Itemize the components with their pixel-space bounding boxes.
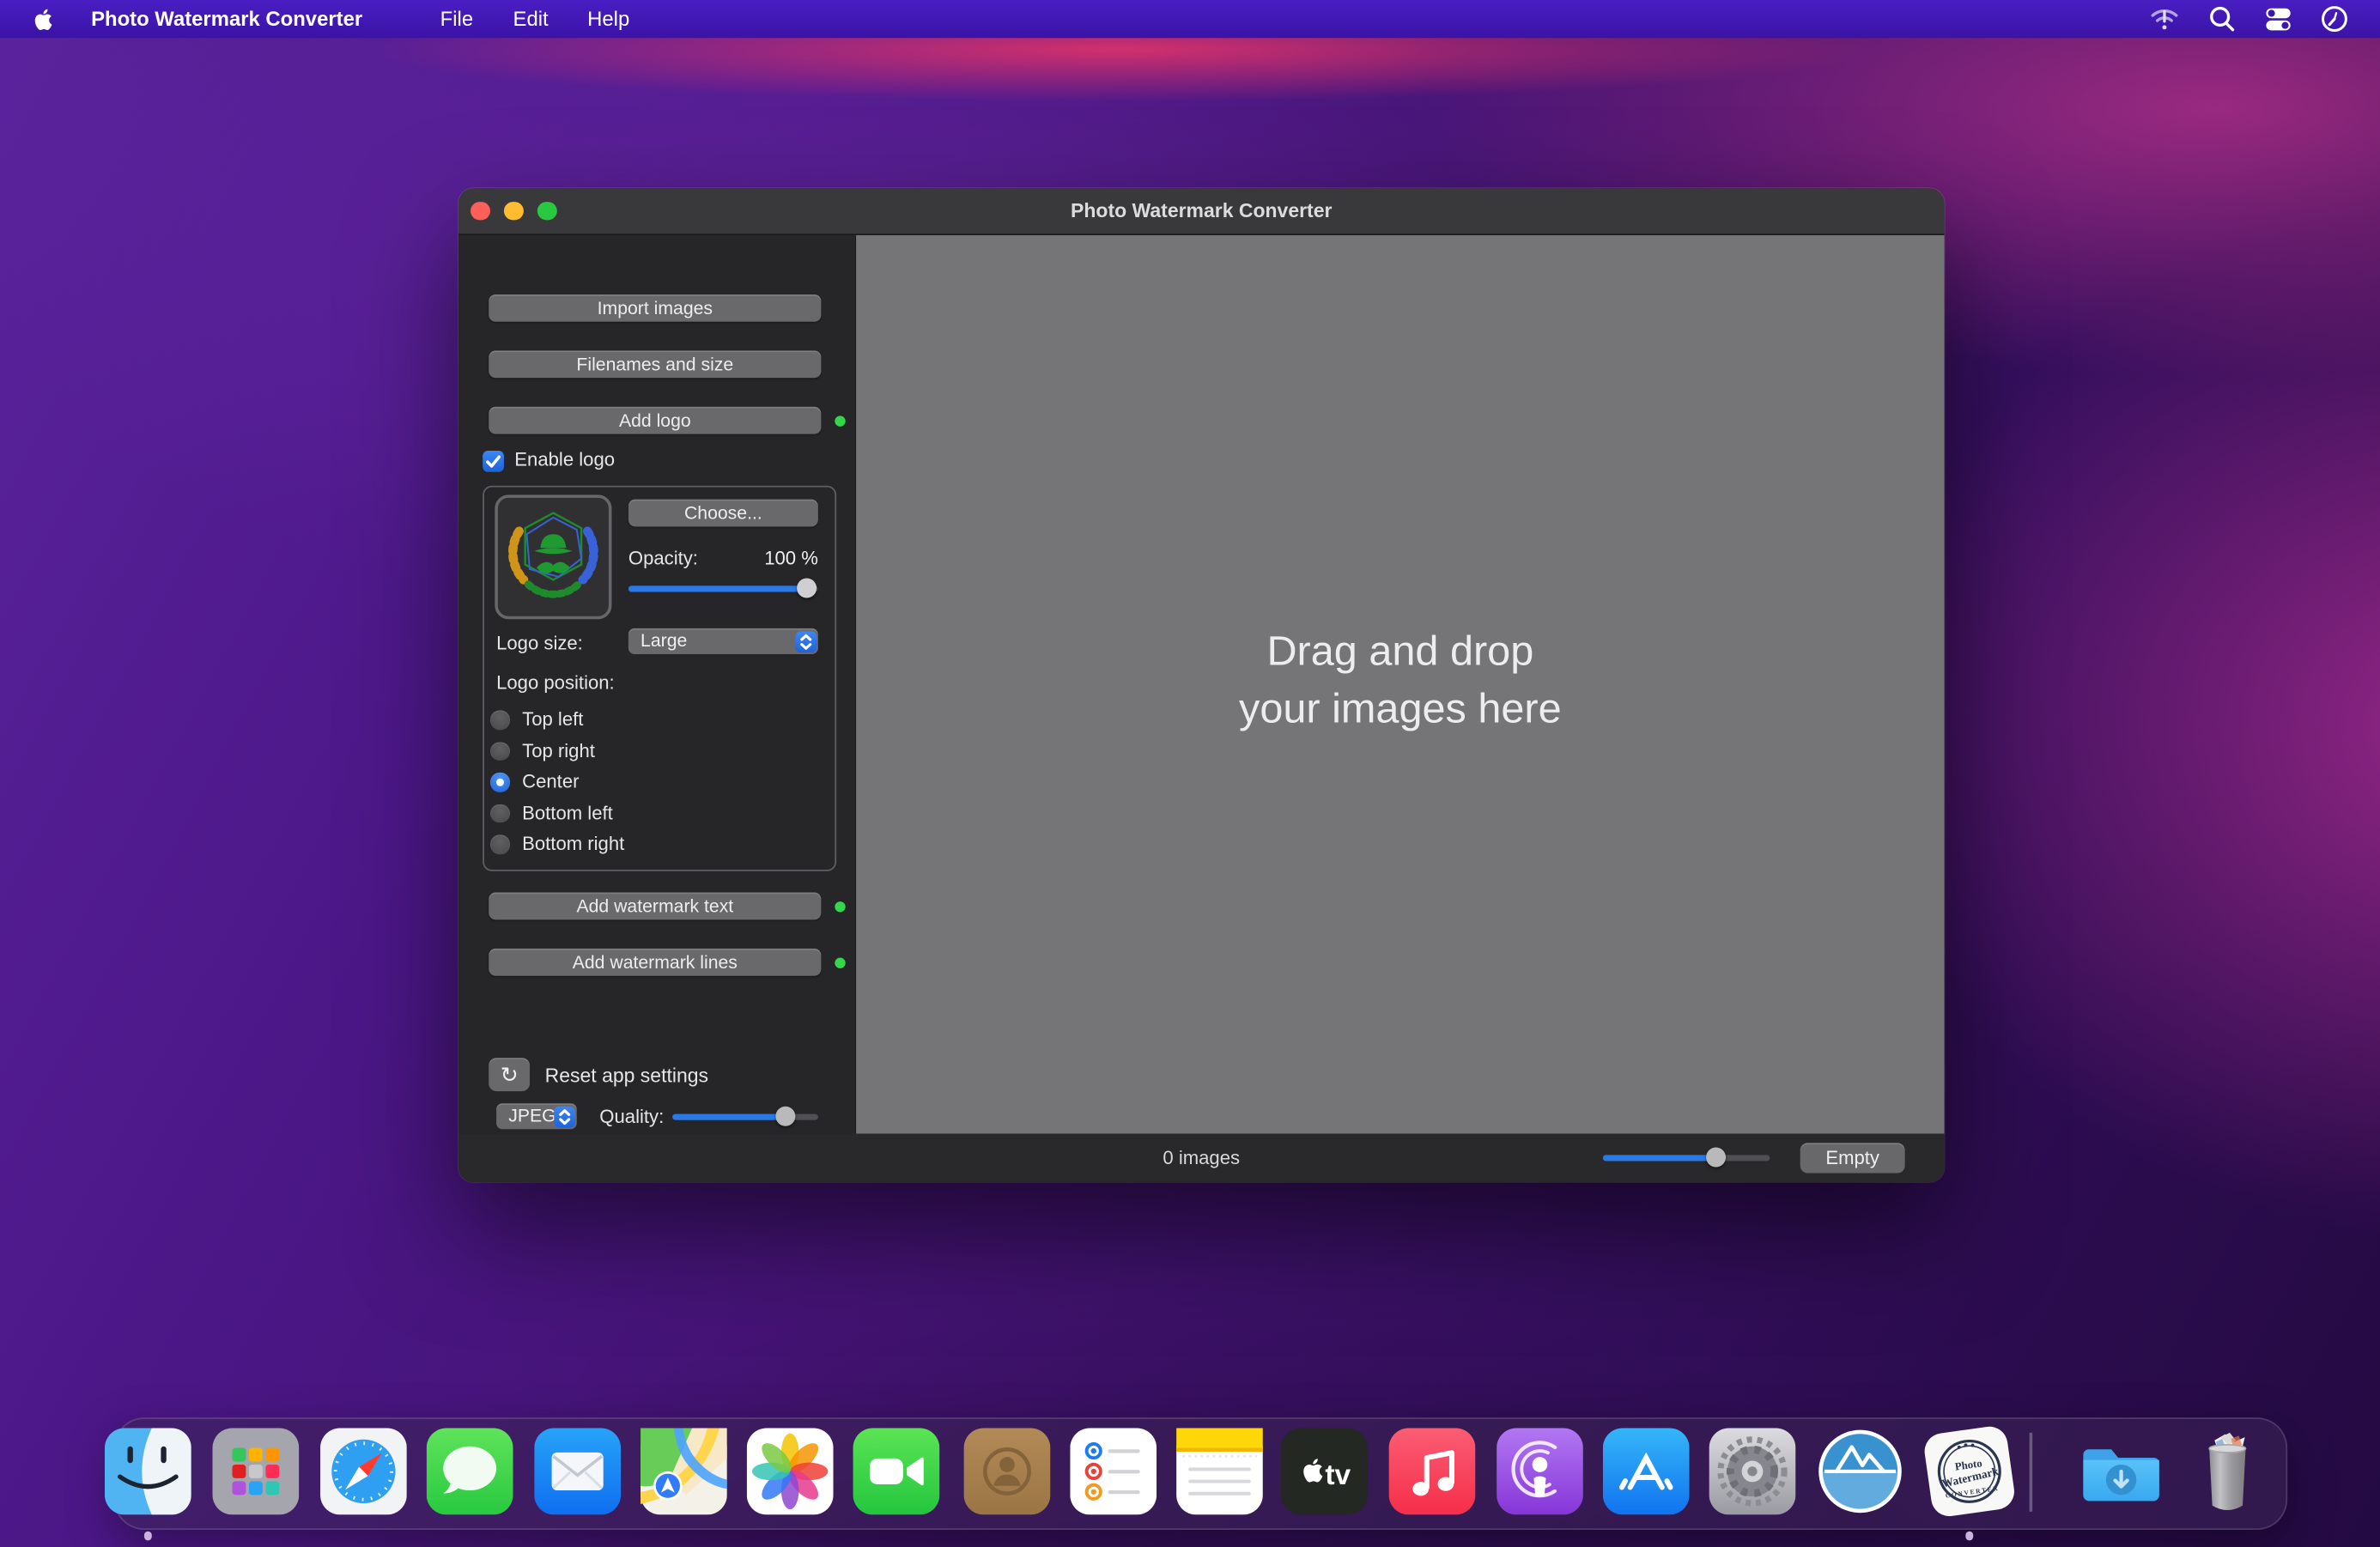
thumbnail-size-slider[interactable] [1603, 1155, 1770, 1160]
drop-zone-hint: Drag and drop your images here [856, 622, 1945, 737]
clock-icon[interactable] [2319, 4, 2349, 33]
dock-item-maps[interactable] [640, 1429, 726, 1515]
radio-center-label[interactable]: Center [522, 771, 579, 792]
choose-logo-button[interactable]: Choose... [628, 500, 818, 527]
dock-item-mail[interactable] [533, 1429, 620, 1515]
dock-item-music[interactable] [1388, 1429, 1475, 1515]
menubar-app-name[interactable]: Photo Watermark Converter [91, 0, 362, 38]
dock-item-system-preferences[interactable] [1709, 1429, 1795, 1515]
apple-menu-icon[interactable] [32, 7, 56, 31]
radio-bottom-right-label[interactable]: Bottom right [522, 834, 624, 855]
svg-text:tv: tv [1324, 1459, 1350, 1491]
dock-item-safari[interactable] [319, 1429, 406, 1515]
stepper-arrows-icon [794, 631, 816, 652]
logo-size-dropdown[interactable]: Large [628, 628, 818, 654]
window-status-bar: 0 images Empty [458, 1134, 1945, 1183]
watermark-lines-active-indicator [835, 957, 845, 968]
opacity-label: Opacity: [628, 548, 698, 569]
menu-help[interactable]: Help [587, 0, 629, 38]
opacity-value: 100 % [712, 548, 818, 569]
quality-slider-knob[interactable] [775, 1107, 795, 1126]
radio-top-right[interactable] [490, 742, 509, 761]
radio-top-left[interactable] [490, 710, 509, 729]
dock-item-messages[interactable] [426, 1429, 513, 1515]
spotlight-search-icon[interactable] [2207, 4, 2237, 33]
dock-item-launchpad[interactable] [212, 1429, 299, 1515]
add-logo-button[interactable]: Add logo [489, 407, 821, 434]
dock-item-photo-watermark-converter[interactable]: Photo Watermark CONVERTER [1926, 1429, 2013, 1515]
dock-item-contacts[interactable] [963, 1429, 1050, 1515]
drop-hint-line1: Drag and drop [856, 622, 1945, 680]
menu-file[interactable]: File [440, 0, 473, 38]
menu-edit[interactable]: Edit [513, 0, 549, 38]
image-drop-zone[interactable]: Drag and drop your images here [854, 235, 1944, 1134]
dock-separator [2030, 1433, 2032, 1512]
dock-item-app-cleaner-uninstaller[interactable] [1816, 1429, 1903, 1515]
radio-top-left-label[interactable]: Top left [522, 709, 583, 731]
import-images-button[interactable]: Import images [489, 294, 821, 322]
enable-logo-checkbox[interactable] [483, 451, 504, 472]
filenames-and-size-button[interactable]: Filenames and size [489, 350, 821, 378]
radio-bottom-left[interactable] [490, 804, 509, 822]
dock-item-apple-tv[interactable]: tv [1280, 1429, 1367, 1515]
desktop: Photo Watermark Converter File Edit Help [0, 0, 2380, 1547]
stepper-arrows-icon [553, 1106, 574, 1127]
format-dropdown[interactable]: JPEG [496, 1103, 577, 1129]
reset-icon: ↻ [501, 1062, 519, 1086]
drop-hint-line2: your images here [856, 680, 1945, 737]
logo-size-label: Logo size: [496, 633, 583, 654]
watermark-text-active-indicator [835, 901, 845, 911]
app-window: Photo Watermark Converter Import images … [458, 188, 1945, 1182]
menu-bar: Photo Watermark Converter File Edit Help [0, 0, 2380, 38]
add-logo-active-indicator [835, 416, 845, 426]
radio-top-right-label[interactable]: Top right [522, 740, 595, 761]
control-center-icon[interactable] [2263, 4, 2293, 33]
settings-sidebar: Import images Filenames and size Add log… [458, 235, 854, 1134]
dock-item-photos[interactable] [746, 1429, 833, 1515]
reset-app-settings-button[interactable]: ↻ [489, 1058, 530, 1091]
watermark-logo-image [498, 498, 609, 616]
wifi-alert-icon[interactable] [2149, 4, 2179, 33]
finder-running-indicator [143, 1532, 152, 1540]
dock-item-app-store[interactable] [1602, 1429, 1689, 1515]
dock-item-podcasts[interactable] [1496, 1429, 1582, 1515]
add-watermark-text-button[interactable]: Add watermark text [489, 892, 821, 919]
dock-item-trash[interactable] [2183, 1429, 2270, 1515]
logo-position-label: Logo position: [496, 672, 615, 694]
format-value: JPEG [508, 1105, 556, 1126]
dock-item-notes[interactable] [1175, 1429, 1262, 1515]
radio-center[interactable] [490, 773, 509, 792]
dock-item-reminders[interactable] [1069, 1429, 1156, 1515]
quality-label: Quality: [599, 1107, 664, 1128]
dock-item-finder[interactable] [104, 1429, 191, 1515]
reset-app-settings-label: Reset app settings [545, 1064, 708, 1087]
dock-item-facetime[interactable] [853, 1429, 939, 1515]
radio-bottom-right[interactable] [490, 834, 509, 853]
radio-bottom-left-label[interactable]: Bottom left [522, 802, 613, 823]
window-title: Photo Watermark Converter [458, 188, 1945, 234]
opacity-slider[interactable] [628, 585, 818, 591]
empty-list-button[interactable]: Empty [1800, 1142, 1905, 1172]
quality-slider[interactable] [672, 1114, 818, 1119]
enable-logo-label[interactable]: Enable logo [514, 449, 615, 470]
window-titlebar[interactable]: Photo Watermark Converter [458, 188, 1945, 235]
logo-preview-thumbnail [495, 494, 611, 619]
logo-size-value: Large [641, 630, 687, 652]
photo-watermark-running-indicator [1964, 1532, 1973, 1540]
add-watermark-lines-button[interactable]: Add watermark lines [489, 949, 821, 976]
dock-item-downloads[interactable] [2077, 1429, 2164, 1515]
